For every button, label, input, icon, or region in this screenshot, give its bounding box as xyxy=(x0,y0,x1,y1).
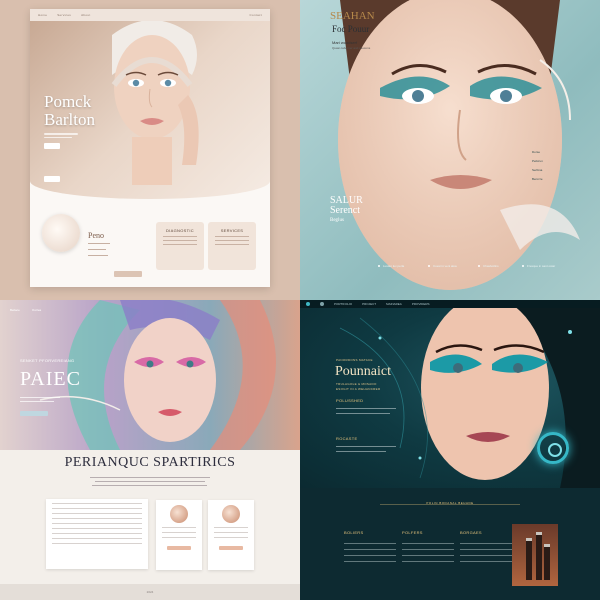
feature-column-title: POLFERS xyxy=(402,530,423,535)
model-face-illustration xyxy=(111,21,199,185)
hero-cta-button[interactable] xyxy=(20,411,48,416)
hero-pretitle: SENKET PFORVEREIANG xyxy=(20,358,75,363)
hero-subtitle-2: ESOGIT IN A WEHANCRER xyxy=(336,387,381,391)
section-heading: PERIANQUC SPARTIRICS xyxy=(64,455,236,470)
bottle-icon xyxy=(526,538,532,580)
hero-banner: Pomck Barlton xyxy=(30,21,270,199)
feature-column-title: BOLIERS xyxy=(344,530,364,535)
mockup-nude-beauty: Home Services About Contact Pomck Barlto… xyxy=(0,0,300,300)
brand-text-lines xyxy=(44,133,84,140)
product-card[interactable] xyxy=(208,500,254,570)
nav-link[interactable]: Ovclea xyxy=(32,308,41,312)
hero-banner: Beilace Ovclea SENKET PFORVEREIANG PAIEC xyxy=(0,300,300,450)
page-footer: 2024 xyxy=(0,584,300,600)
logo-icon-secondary xyxy=(320,302,324,306)
feature-card-title: SERVICES xyxy=(220,228,244,233)
feature-column: BORGAES xyxy=(460,530,512,567)
bottle-icon xyxy=(544,544,550,580)
feature-card-diagnostic[interactable]: DIAGNOSTIC xyxy=(156,222,204,270)
model-face-illustration xyxy=(338,0,580,290)
bullet-item: Chasbotlins xyxy=(478,264,499,268)
bottle-icon xyxy=(536,532,542,580)
glowing-ring-icon xyxy=(537,432,569,464)
top-nav: Home Services About Contact xyxy=(30,9,270,21)
bullet-item: Cuesi in veni aloa xyxy=(428,264,457,268)
nav-link[interactable]: MAINAREA xyxy=(386,302,402,306)
hero-title: PAIEC xyxy=(20,368,81,390)
card-title: Peno xyxy=(88,231,104,240)
tagline-sub: Quasi caberner and cascons xyxy=(332,46,371,50)
footer-text: 2024 xyxy=(146,590,154,594)
brand-line-1: Pomck xyxy=(44,92,92,111)
hero-secondary-button[interactable] xyxy=(44,176,60,182)
product-bottles-image xyxy=(512,524,558,586)
nav-link[interactable]: Beilace xyxy=(10,308,20,312)
mockup-grid: Home Services About Contact Pomck Barlto… xyxy=(0,0,600,600)
product-image xyxy=(170,505,188,523)
hero-banner: PANORDONS MATACE Pounnaict TRULAGOLE & M… xyxy=(300,308,600,488)
menu-item[interactable]: Benrcre xyxy=(532,177,543,181)
bullet-item: Lustan lux perla xyxy=(378,264,404,268)
nav-link-home[interactable]: Home xyxy=(38,13,47,17)
top-nav: PORTIFOLIO PROJECT MAINAREA PROVIDERS xyxy=(300,300,600,308)
hero-title: Pounnaict xyxy=(335,364,391,379)
side-menu: Dorse Peilcrun Serbina Benrcre xyxy=(532,150,543,186)
feature-column: POLFERS xyxy=(402,530,454,567)
footer-button[interactable] xyxy=(114,271,142,277)
script-heading: SALUR Serenct Beglus xyxy=(330,195,363,224)
product-image xyxy=(222,505,240,523)
feature-card-services[interactable]: SERVICES xyxy=(208,222,256,270)
nav-link[interactable]: PROVIDERS xyxy=(412,302,430,306)
product-card-button[interactable] xyxy=(167,546,191,550)
hero-subtitle: TRULAGOLE & MOSADO xyxy=(336,382,377,386)
nav-link-about[interactable]: About xyxy=(81,13,90,17)
feature-card-title: DIAGNOSTIC xyxy=(166,228,194,233)
brand-title: SEAHAN xyxy=(330,10,375,22)
menu-item[interactable]: Peilcrun xyxy=(532,159,543,163)
bullet-icon xyxy=(478,265,480,268)
nav-link[interactable]: PROJECT xyxy=(362,302,376,306)
brand-line-2: Barlton xyxy=(44,110,95,129)
section-label: ROCASTE xyxy=(336,436,358,441)
tagline: Mari woodserf xyxy=(332,40,358,45)
text-panel xyxy=(46,499,148,569)
menu-item[interactable]: Dorse xyxy=(532,150,543,154)
hero-pretitle: PANORDONS MATACE xyxy=(336,358,373,362)
product-card-button[interactable] xyxy=(219,546,243,550)
top-nav: Beilace Ovclea xyxy=(10,308,41,312)
brand-subtitle: Foc Pouur xyxy=(332,24,370,34)
menu-item[interactable]: Serbina xyxy=(532,168,543,172)
product-circle-image xyxy=(42,214,80,252)
bullet-icon xyxy=(522,265,524,268)
section-title: POLIN BODANAL BEHADE xyxy=(426,501,474,505)
bullet-item: Fresque in sant ostar xyxy=(522,264,555,268)
nav-link-contact[interactable]: Contact xyxy=(250,13,262,17)
mockup-teal-closeup: SEAHAN Foc Pouur Mari woodserf Quasi cab… xyxy=(300,0,600,300)
section-label: POLUSSHED xyxy=(336,398,364,403)
product-card[interactable] xyxy=(156,500,202,570)
bullet-icon xyxy=(428,265,430,268)
page-frame: Home Services About Contact Pomck Barlto… xyxy=(30,9,270,287)
nav-link-services[interactable]: Services xyxy=(57,13,71,17)
mockup-dark-teal: PORTIFOLIO PROJECT MAINAREA PROVIDERS PA… xyxy=(300,300,600,600)
bullet-icon xyxy=(378,265,380,268)
nav-link[interactable]: PORTIFOLIO xyxy=(334,302,352,306)
feature-column-title: BORGAES xyxy=(460,530,482,535)
feature-column: BOLIERS xyxy=(344,530,396,567)
mockup-pastel-landing: Beilace Ovclea SENKET PFORVEREIANG PAIEC… xyxy=(0,300,300,600)
brand-title: Pomck Barlton xyxy=(44,93,95,129)
logo-icon[interactable] xyxy=(306,302,310,306)
hero-cta-button[interactable] xyxy=(44,143,60,149)
